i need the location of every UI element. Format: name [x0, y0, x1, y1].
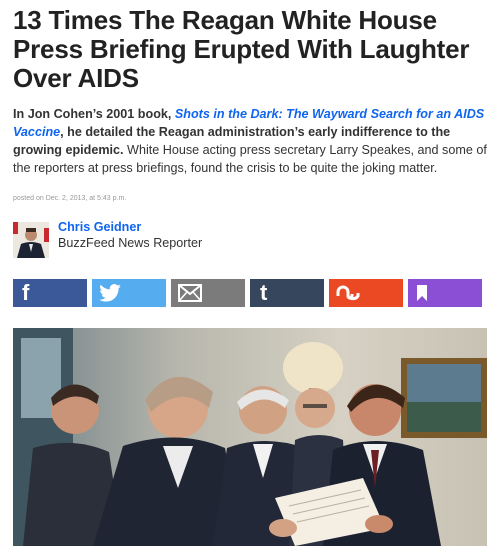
email-share-button[interactable] [171, 279, 245, 307]
bookmark-icon [417, 285, 427, 301]
byline: Chris Geidner BuzzFeed News Reporter [13, 220, 487, 258]
article-header: 13 Times The Reagan White House Press Br… [13, 0, 487, 307]
share-bar: f t [13, 279, 487, 307]
bookmark-button[interactable] [408, 279, 482, 307]
author-name[interactable]: Chris Geidner [58, 220, 202, 235]
mail-icon [178, 284, 202, 302]
stumbleupon-icon [336, 285, 360, 301]
posted-timestamp: posted on Dec. 2, 2013, at 5:43 p.m. [13, 195, 127, 202]
facebook-share-button[interactable]: f [13, 279, 87, 307]
article-title: 13 Times The Reagan White House Press Br… [13, 5, 470, 93]
lede-prefix: In Jon Cohen’s 2001 book, [13, 107, 175, 121]
twitter-icon [99, 284, 121, 302]
twitter-share-button[interactable] [92, 279, 166, 307]
stumbleupon-share-button[interactable] [329, 279, 403, 307]
article-photo[interactable] [13, 328, 487, 546]
author-info: Chris Geidner BuzzFeed News Reporter [58, 220, 203, 251]
article-lede: In Jon Cohen’s 2001 book, Shots in the D… [13, 105, 487, 177]
author-role: BuzzFeed News Reporter [58, 236, 203, 250]
facebook-icon: f [22, 280, 30, 305]
author-avatar[interactable] [13, 222, 49, 258]
tumblr-share-button[interactable]: t [250, 279, 324, 307]
tumblr-icon: t [260, 280, 268, 305]
